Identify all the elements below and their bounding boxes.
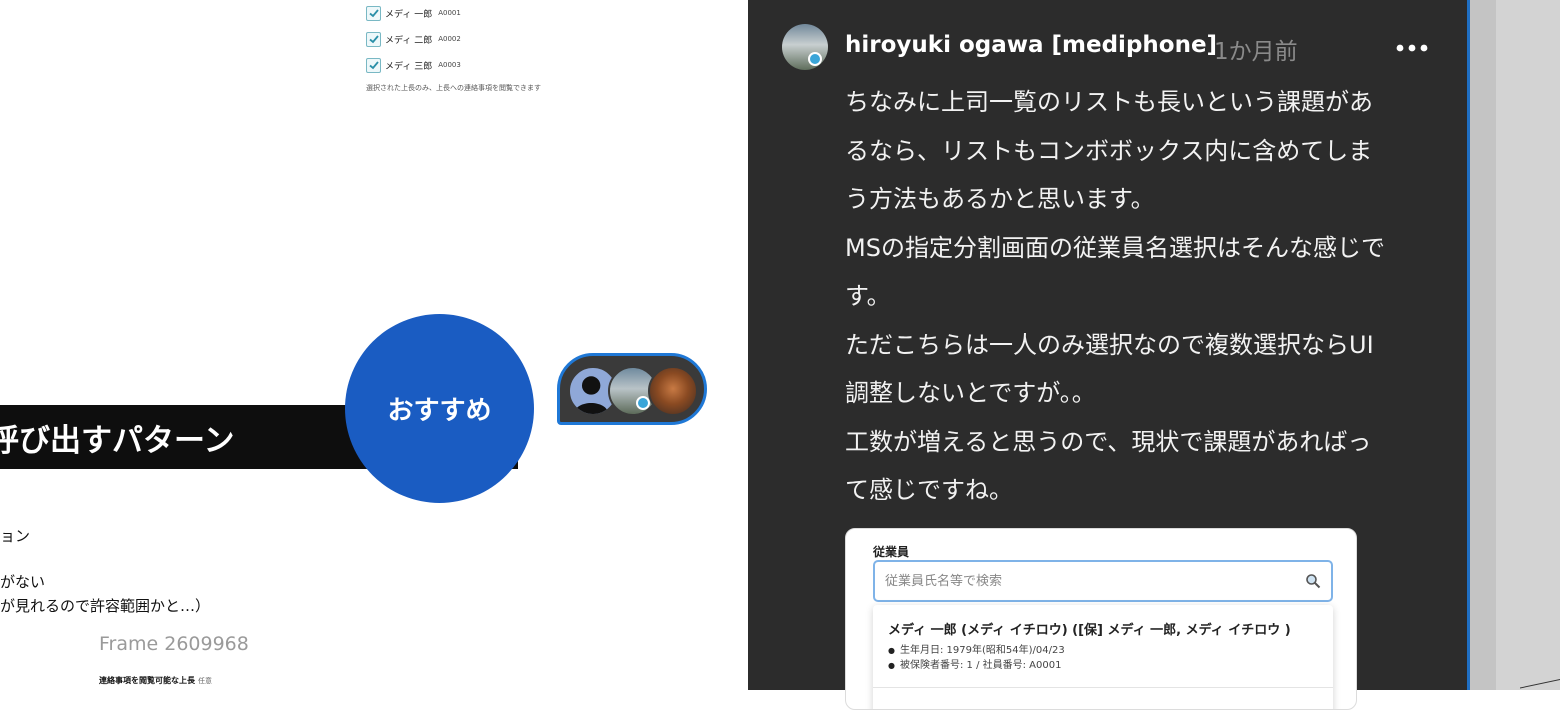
checkbox-row[interactable]: メディ 三郎 A0003	[366, 56, 461, 74]
comment-line: う方法もあるかと思います。	[845, 185, 1155, 213]
dropdown-separator	[873, 687, 1333, 688]
canvas-text-line: が見れるので許容範囲かと…）	[0, 597, 211, 615]
checkbox-label: メディ 三郎	[385, 61, 433, 72]
panel-edge-shadow	[1470, 0, 1496, 690]
checkbox-code: A0003	[438, 61, 461, 69]
more-options-button[interactable]	[1392, 28, 1432, 68]
comment-line: て感じですね。	[845, 476, 1013, 504]
recommend-badge[interactable]: おすすめ	[345, 314, 534, 503]
guest-badge-icon	[808, 52, 822, 66]
check-icon	[368, 61, 379, 70]
checkbox-checked[interactable]	[366, 57, 381, 73]
design-canvas[interactable]: メディ 一郎 A0001 メディ 二郎 A0002 メディ 三郎 A0003 選…	[0, 0, 748, 690]
dropdown-option-name[interactable]: メディ 一郎 (メディ イチロウ) ([保] メディ 一郎, メディ イチロウ …	[888, 619, 1291, 638]
comment-line: 調整しないとですが。。	[845, 379, 1096, 407]
check-icon	[368, 35, 379, 44]
comment-timestamp: 1か月前	[1214, 39, 1298, 65]
more-icon	[1396, 44, 1428, 52]
check-icon	[368, 9, 379, 18]
comment-author-name: hiroyuki ogawa [mediphone]	[845, 32, 1218, 58]
checkbox-hint: 選択された上長のみ、上長への連絡事項を閲覧できます	[366, 84, 541, 92]
employee-search-input[interactable]	[885, 571, 1285, 591]
recommend-badge-label: おすすめ	[387, 396, 492, 426]
comment-attachment-image[interactable]: 従業員 メディ 一郎 (メディ イチロウ) ([保] メディ 一郎, メディ イ…	[845, 528, 1357, 710]
field-label-text: 連絡事項を閲覧可能な上長	[99, 676, 195, 685]
checkbox-code: A0001	[438, 9, 461, 17]
employee-field-label: 従業員	[873, 545, 910, 559]
guest-badge-icon	[636, 396, 650, 410]
field-label: 連絡事項を閲覧可能な上長 任意	[99, 675, 212, 686]
checkbox-row[interactable]: メディ 二郎 A0002	[366, 30, 461, 48]
comment-line: ただこちらは一人のみ選択なので複数選択ならUI	[845, 330, 1374, 359]
comment-author-avatar[interactable]	[782, 24, 828, 70]
checkbox-label: メディ 二郎	[385, 35, 433, 46]
checkbox-row[interactable]: メディ 一郎 A0001	[366, 4, 461, 22]
canvas-text-line: ョン	[0, 527, 31, 545]
section-banner-title: 呼び出すパターン	[0, 423, 235, 459]
dropdown-option-ids: 被保険者番号: 1 / 社員番号: A0001	[888, 656, 1061, 671]
comment-line: す。	[845, 282, 891, 310]
checkbox-label: メディ 一郎	[385, 9, 433, 20]
panel-corner	[1520, 679, 1560, 699]
search-icon	[1306, 574, 1321, 589]
comment-line: 工数が増えると思うので、現状で課題があればっ	[845, 427, 1372, 456]
checkbox-code: A0002	[438, 35, 461, 43]
dropdown-option-birth: 生年月日: 1979年(昭和54年)/04/23	[888, 641, 1065, 656]
panel-edge	[1470, 0, 1560, 699]
canvas-text-line: がない	[0, 573, 46, 591]
comment-line: るなら、リストもコンボボックス内に含めてしま	[845, 136, 1373, 165]
optional-tag: 任意	[198, 677, 212, 685]
checkbox-checked[interactable]	[366, 31, 381, 47]
comment-pin[interactable]	[557, 353, 707, 425]
comment-line: MSの指定分割画面の従業員名選択はそんな感じで	[845, 233, 1385, 262]
comment-body: ちなみに上司一覧のリストも長いという課題があ るなら、リストもコンボボックス内に…	[845, 78, 1445, 515]
avatar-cat	[648, 366, 698, 416]
checkbox-checked[interactable]	[366, 5, 381, 21]
frame-label[interactable]: Frame 2609968	[99, 633, 249, 655]
employee-search-field[interactable]	[873, 560, 1333, 602]
employee-dropdown: メディ 一郎 (メディ イチロウ) ([保] メディ 一郎, メディ イチロウ …	[873, 605, 1333, 709]
comment-line: ちなみに上司一覧のリストも長いという課題があ	[845, 88, 1373, 116]
